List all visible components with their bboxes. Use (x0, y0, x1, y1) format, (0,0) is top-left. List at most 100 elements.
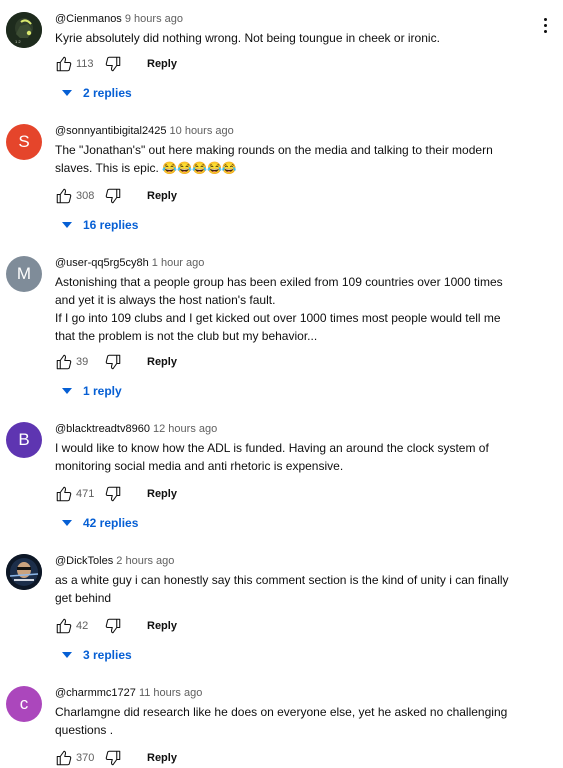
comment-text-line: as a white guy i can honestly say this c… (55, 573, 509, 587)
reply-button[interactable]: Reply (147, 58, 177, 70)
comment-actions: 39 Reply (55, 352, 177, 372)
avatar-letter: c (19, 694, 29, 713)
avatar-letter: M (16, 264, 32, 283)
timestamp[interactable]: 2 hours ago (116, 555, 174, 567)
dislike-icon[interactable] (104, 187, 122, 205)
timestamp[interactable]: 11 hours ago (139, 687, 202, 699)
timestamp[interactable]: 9 hours ago (125, 13, 183, 25)
like-count: 370 (76, 752, 95, 764)
author-name[interactable]: @Cienmanos (55, 13, 122, 25)
comment-actions: 308 Reply (55, 186, 177, 206)
avatar-image (6, 554, 42, 590)
avatar[interactable]: B (6, 422, 42, 458)
comment-actions: 471 Reply (55, 484, 177, 504)
avatar[interactable] (6, 554, 42, 590)
comment-text-line: Kyrie absolutely did nothing wrong. Not … (55, 31, 440, 45)
comment-text-line: Astonishing that a people group has been… (55, 275, 503, 289)
avatar[interactable]: c (6, 686, 42, 722)
reply-button[interactable]: Reply (147, 190, 177, 202)
replies-label: 16 replies (83, 218, 139, 232)
dislike-icon[interactable] (104, 617, 122, 635)
comment-header: @DickToles 2 hours ago (55, 554, 525, 568)
comment-text-line: The "Jonathan's" out here making rounds … (55, 143, 493, 157)
timestamp[interactable]: 1 hour ago (152, 257, 205, 269)
reply-button[interactable]: Reply (147, 488, 177, 500)
comment-body: @Cienmanos 9 hours ago Kyrie absolutely … (55, 12, 525, 72)
comment-header: @blacktreadtv8960 12 hours ago (55, 422, 525, 436)
avatar[interactable]: M (6, 256, 42, 292)
comment-body: @blacktreadtv8960 12 hours ago I would l… (55, 422, 525, 502)
comment-actions: 113 Reply (55, 54, 177, 74)
caret-down-icon (62, 388, 72, 394)
dot (543, 30, 547, 33)
comment-text-line: I would like to know how the ADL is fund… (55, 441, 489, 455)
avatar-letter: S (18, 132, 30, 151)
comment-text: Kyrie absolutely did nothing wrong. Not … (55, 29, 525, 47)
avatar[interactable]: 1 2 (6, 12, 42, 48)
comment-text-line: If I go into 109 clubs and I get kicked … (55, 311, 501, 325)
comment-text: The "Jonathan's" out here making rounds … (55, 141, 525, 177)
like-count: 471 (76, 488, 95, 500)
like-icon[interactable] (55, 617, 73, 635)
reply-button[interactable]: Reply (147, 356, 177, 368)
view-replies-button[interactable]: 16 replies (62, 216, 138, 234)
like-count: 42 (76, 620, 89, 632)
like-icon[interactable] (55, 55, 73, 73)
dislike-icon[interactable] (104, 353, 122, 371)
avatar[interactable]: S (6, 124, 42, 160)
replies-label: 2 replies (83, 86, 132, 100)
comment-body: @user-qq5rg5cy8h 1 hour ago Astonishing … (55, 256, 525, 370)
view-replies-button[interactable]: 2 replies (62, 84, 132, 102)
like-icon[interactable] (55, 187, 73, 205)
comment-text: Astonishing that a people group has been… (55, 273, 525, 345)
timestamp[interactable]: 10 hours ago (170, 125, 234, 137)
author-name[interactable]: @user-qq5rg5cy8h (55, 257, 149, 269)
replies-label: 3 replies (83, 648, 132, 662)
dislike-icon[interactable] (104, 55, 122, 73)
comment-header: @Cienmanos 9 hours ago (55, 12, 525, 26)
dot (543, 24, 547, 27)
author-name[interactable]: @DickToles (55, 555, 113, 567)
comment-header: @user-qq5rg5cy8h 1 hour ago (55, 256, 525, 270)
dot (543, 18, 547, 21)
like-icon[interactable] (55, 353, 73, 371)
more-actions-icon[interactable] (541, 18, 549, 36)
comment-text: I would like to know how the ADL is fund… (55, 439, 525, 475)
reply-button[interactable]: Reply (147, 620, 177, 632)
view-replies-button[interactable]: 42 replies (62, 514, 138, 532)
author-name[interactable]: @sonnyantibigital2425 (55, 125, 166, 137)
dislike-icon[interactable] (104, 485, 122, 503)
comment-body: @sonnyantibigital2425 10 hours ago The "… (55, 124, 525, 204)
comment-body: @DickToles 2 hours ago as a white guy i … (55, 554, 525, 634)
like-icon[interactable] (55, 749, 73, 767)
comment-text-line: monitoring social media and anti rhetori… (55, 459, 344, 473)
view-replies-button[interactable]: 1 reply (62, 382, 122, 400)
replies-label: 42 replies (83, 516, 139, 530)
comment-text: Charlamgne did research like he does on … (55, 703, 525, 739)
like-count: 39 (76, 356, 89, 368)
like-count: 113 (76, 58, 94, 70)
comment-actions: 42 Reply (55, 616, 177, 636)
replies-label: 1 reply (83, 384, 122, 398)
author-name[interactable]: @blacktreadtv8960 (55, 423, 150, 435)
like-icon[interactable] (55, 485, 73, 503)
comment-text: as a white guy i can honestly say this c… (55, 571, 525, 607)
caret-down-icon (62, 90, 72, 96)
view-replies-button[interactable]: 3 replies (62, 646, 132, 664)
author-name[interactable]: @charmmc1727 (55, 687, 136, 699)
reply-button[interactable]: Reply (147, 752, 177, 764)
comment-body: @charmmc1727 11 hours ago Charlamgne did… (55, 686, 525, 766)
svg-text:1 2: 1 2 (15, 39, 21, 44)
avatar-letter: B (18, 430, 30, 449)
comment-text-line: get behind (55, 591, 112, 605)
dislike-icon[interactable] (104, 749, 122, 767)
comment-text-line: and yet it is always the host nation's f… (55, 293, 276, 307)
comment-header: @sonnyantibigital2425 10 hours ago (55, 124, 525, 138)
avatar-image: 1 2 (6, 12, 42, 48)
comment-text-line: questions . (55, 723, 114, 737)
caret-down-icon (62, 652, 72, 658)
comment-header: @charmmc1727 11 hours ago (55, 686, 525, 700)
caret-down-icon (62, 222, 72, 228)
timestamp[interactable]: 12 hours ago (153, 423, 217, 435)
comment-actions: 370 Reply (55, 748, 177, 768)
